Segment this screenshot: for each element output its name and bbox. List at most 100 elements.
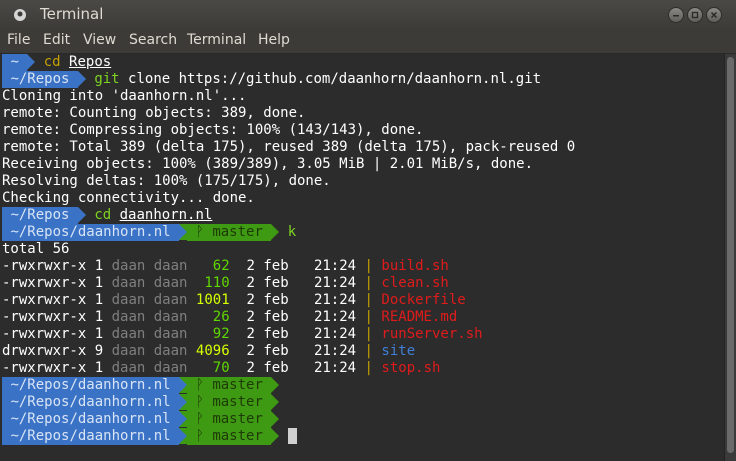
- file-links: 1: [94, 326, 104, 342]
- maximize-icon: [691, 11, 699, 19]
- file-permissions: -rwxrwxr-x: [2, 258, 87, 274]
- file-permissions: drwxrwxr-x: [2, 343, 87, 359]
- prompt-arrow-icon: [271, 377, 280, 393]
- prompt-arrow-icon: [271, 411, 280, 427]
- prompt-path: ~/Repos: [2, 71, 78, 88]
- prompt-branch: ᚹ master: [187, 224, 272, 241]
- prompt-arrow-icon: [27, 54, 36, 70]
- file-owner: daan daan: [111, 326, 188, 342]
- file-name: README.md: [381, 309, 458, 325]
- prompt-path: ~/Repos/daanhorn.nl: [2, 428, 180, 445]
- output-line: remote: Counting objects: 389, done.: [2, 105, 306, 121]
- listing-row: -rwxrwxr-x 1 daan daan 1001 2 feb 21:24 …: [2, 292, 466, 309]
- menu-search[interactable]: Search: [129, 32, 177, 48]
- file-time: 21:24: [313, 258, 357, 274]
- prompt-path: ~/Repos/daanhorn.nl: [2, 377, 180, 394]
- prompt-branch: ᚹ master: [187, 394, 272, 411]
- file-links: 1: [94, 309, 104, 325]
- file-time: 21:24: [313, 309, 357, 325]
- file-permissions: -rwxrwxr-x: [2, 309, 87, 325]
- terminal-app-icon: [14, 9, 26, 21]
- listing-row: -rwxrwxr-x 1 daan daan 70 2 feb 21:24 | …: [2, 360, 440, 377]
- menu-bar: File Edit View Search Terminal Help: [0, 30, 736, 54]
- prompt-line: ~/Repos/daanhorn.nl ᚹ master: [2, 428, 297, 445]
- file-owner: daan daan: [111, 309, 188, 325]
- file-date: 2 feb: [246, 326, 289, 342]
- prompt-branch: ᚹ master: [187, 428, 272, 445]
- file-size: 26: [195, 309, 230, 325]
- separator-bar: |: [364, 326, 373, 342]
- close-icon: [710, 11, 718, 19]
- prompt-arrow-icon: [179, 428, 188, 444]
- prompt-line: ~/Repos/daanhorn.nl ᚹ master: [2, 394, 280, 411]
- output-line: Checking connectivity... done.: [2, 190, 255, 206]
- prompt-branch: ᚹ master: [187, 377, 272, 394]
- file-owner: daan daan: [111, 275, 188, 291]
- file-owner: daan daan: [111, 343, 188, 359]
- prompt-arrow-icon: [77, 71, 86, 87]
- maximize-button[interactable]: [687, 7, 703, 23]
- file-permissions: -rwxrwxr-x: [2, 292, 87, 308]
- file-links: 1: [94, 275, 104, 291]
- prompt-path: ~/Repos/daanhorn.nl: [2, 224, 180, 241]
- output-line: remote: Compressing objects: 100% (143/1…: [2, 122, 424, 138]
- separator-bar: |: [364, 258, 373, 274]
- file-size: 4096: [195, 343, 230, 359]
- output-line: Receiving objects: 100% (389/389), 3.05 …: [2, 156, 534, 172]
- file-date: 2 feb: [246, 258, 289, 274]
- file-name: site: [381, 343, 416, 359]
- prompt-arrow-icon: [77, 207, 86, 223]
- prompt-arrow-icon: [179, 411, 188, 427]
- output-line: Resolving deltas: 100% (175/175), done.: [2, 173, 331, 189]
- git-branch-icon: ᚹ: [195, 428, 204, 444]
- menu-file[interactable]: File: [7, 32, 30, 48]
- prompt-line: ~/Repos git clone https://github.com/daa…: [2, 71, 541, 88]
- close-button[interactable]: [706, 7, 722, 23]
- text-cursor: [287, 428, 297, 444]
- prompt-path: ~/Repos: [2, 207, 78, 224]
- listing-row: -rwxrwxr-x 1 daan daan 62 2 feb 21:24 | …: [2, 258, 449, 275]
- file-time: 21:24: [313, 292, 357, 308]
- file-links: 1: [94, 292, 104, 308]
- separator-bar: |: [364, 309, 373, 325]
- menu-edit[interactable]: Edit: [43, 32, 70, 48]
- separator-bar: |: [364, 343, 373, 359]
- minimize-button[interactable]: [668, 7, 684, 23]
- separator-bar: |: [364, 292, 373, 308]
- file-date: 2 feb: [246, 309, 289, 325]
- menu-terminal[interactable]: Terminal: [187, 32, 246, 48]
- file-date: 2 feb: [246, 343, 289, 359]
- scrollbar-thumb[interactable]: [727, 57, 734, 453]
- file-time: 21:24: [313, 275, 357, 291]
- file-date: 2 feb: [246, 292, 289, 308]
- file-owner: daan daan: [111, 258, 188, 274]
- file-owner: daan daan: [111, 292, 188, 308]
- file-permissions: -rwxrwxr-x: [2, 275, 87, 291]
- window-title: Terminal: [40, 5, 104, 23]
- git-branch-icon: ᚹ: [195, 224, 204, 240]
- scrollbar[interactable]: [724, 54, 736, 461]
- menu-view[interactable]: View: [83, 32, 116, 48]
- prompt-line: ~/Repos/daanhorn.nl ᚹ master: [2, 411, 280, 428]
- prompt-path: ~/Repos/daanhorn.nl: [2, 394, 180, 411]
- file-links: 9: [94, 343, 104, 359]
- prompt-arrow-icon: [179, 224, 188, 240]
- file-time: 21:24: [313, 326, 357, 342]
- file-size: 62: [195, 258, 230, 274]
- menu-help[interactable]: Help: [258, 32, 290, 48]
- terminal-output[interactable]: ~ cd Repos ~/Repos git clone https://git…: [0, 54, 724, 461]
- prompt-arrow-icon: [271, 224, 280, 240]
- prompt-line: ~ cd Repos: [2, 54, 111, 71]
- file-time: 21:24: [313, 360, 357, 376]
- git-branch-icon: ᚹ: [195, 411, 204, 427]
- file-size: 1001: [195, 292, 230, 308]
- title-bar[interactable]: Terminal: [0, 0, 736, 30]
- output-line: remote: Total 389 (delta 175), reused 38…: [2, 139, 576, 155]
- git-branch-icon: ᚹ: [195, 394, 204, 410]
- file-name: Dockerfile: [381, 292, 466, 308]
- separator-bar: |: [364, 275, 373, 291]
- file-date: 2 feb: [246, 275, 289, 291]
- file-owner: daan daan: [111, 360, 188, 376]
- file-name: runServer.sh: [381, 326, 483, 342]
- listing-row: -rwxrwxr-x 1 daan daan 92 2 feb 21:24 | …: [2, 326, 483, 343]
